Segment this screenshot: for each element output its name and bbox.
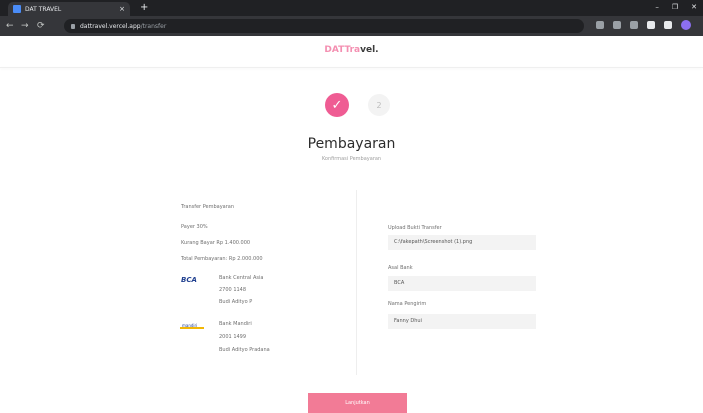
- profile-avatar[interactable]: [681, 20, 691, 30]
- bca-logo: BCA: [181, 276, 197, 284]
- url-host: dattravel.vercel.app: [80, 22, 141, 30]
- dp-label: Payer 30%: [181, 224, 208, 230]
- bank-2-account: 2001 1499: [219, 334, 247, 340]
- reload-icon[interactable]: ⟳: [37, 19, 45, 33]
- upload-label: Upload Bukti Transfer: [388, 225, 442, 231]
- page-title: Pembayaran: [307, 136, 396, 152]
- logo-part1: DATTra: [324, 45, 361, 55]
- mandiri-logo: mandiri: [180, 323, 204, 329]
- extension-icon[interactable]: [630, 21, 638, 29]
- sender-name-input[interactable]: Fanny Dhui: [388, 314, 536, 329]
- sidebar-icon[interactable]: [664, 21, 672, 29]
- tab-title: DAT TRAVEL: [25, 5, 62, 13]
- extensions-area: [596, 20, 691, 30]
- bank-2-name: Bank Mandiri: [219, 321, 252, 327]
- new-tab-button[interactable]: +: [140, 2, 148, 13]
- browser-tab[interactable]: DAT TRAVEL ×: [8, 2, 130, 16]
- step-2-label: 2: [376, 100, 382, 110]
- window-controls: – ❐ ✕: [655, 2, 697, 13]
- payment-heading: Transfer Pembayaran: [181, 204, 235, 210]
- minimize-button[interactable]: –: [655, 2, 659, 13]
- step-1-complete: ✓: [325, 93, 349, 117]
- bookmark-star-icon[interactable]: [613, 21, 621, 29]
- share-icon[interactable]: [596, 21, 604, 29]
- mandiri-logo-text: mandiri: [182, 323, 197, 328]
- remaining-label: Kurang Bayar Rp 1.400.000: [181, 240, 251, 246]
- back-icon[interactable]: ←: [6, 19, 14, 33]
- submit-button[interactable]: Lanjutkan: [308, 393, 407, 413]
- bank-label: Asal Bank: [388, 265, 413, 271]
- address-bar[interactable]: dattravel.vercel.app /transfer: [64, 19, 584, 33]
- url-path: /transfer: [140, 22, 167, 30]
- favicon-icon: [13, 5, 21, 13]
- step-2-pending: 2: [368, 94, 390, 116]
- total-label: Total Pembayaran: Rp 2.000.000: [181, 256, 263, 262]
- forward-icon[interactable]: →: [21, 19, 29, 33]
- browser-toolbar: ← → ⟳ dattravel.vercel.app /transfer: [0, 16, 703, 36]
- logo-part2: vel.: [360, 45, 379, 55]
- source-bank-input[interactable]: BCA: [388, 276, 536, 291]
- close-window-button[interactable]: ✕: [691, 2, 697, 13]
- column-divider: [356, 190, 357, 375]
- site-logo[interactable]: DATTravel.: [0, 45, 703, 55]
- bank-1-holder: Budi Adityo P: [219, 299, 253, 305]
- maximize-button[interactable]: ❐: [672, 2, 678, 13]
- check-icon: ✓: [331, 97, 343, 113]
- tab-close-button[interactable]: ×: [119, 5, 125, 13]
- browser-tab-bar: DAT TRAVEL × + – ❐ ✕: [0, 0, 703, 16]
- upload-proof-input[interactable]: C:\fakepath\Screenshot (1).png: [388, 235, 536, 250]
- header-divider: [0, 67, 703, 68]
- bank-1-name: Bank Central Asia: [219, 275, 264, 281]
- bank-1-account: 2700 1148: [219, 287, 247, 293]
- bank-2-holder: Budi Adityo Pradana: [219, 347, 270, 353]
- page-subtitle: Konfirmasi Pembayaran: [321, 156, 382, 162]
- lock-icon: [71, 23, 75, 29]
- sender-label: Nama Pengirim: [388, 301, 427, 307]
- extensions-puzzle-icon[interactable]: [647, 21, 655, 29]
